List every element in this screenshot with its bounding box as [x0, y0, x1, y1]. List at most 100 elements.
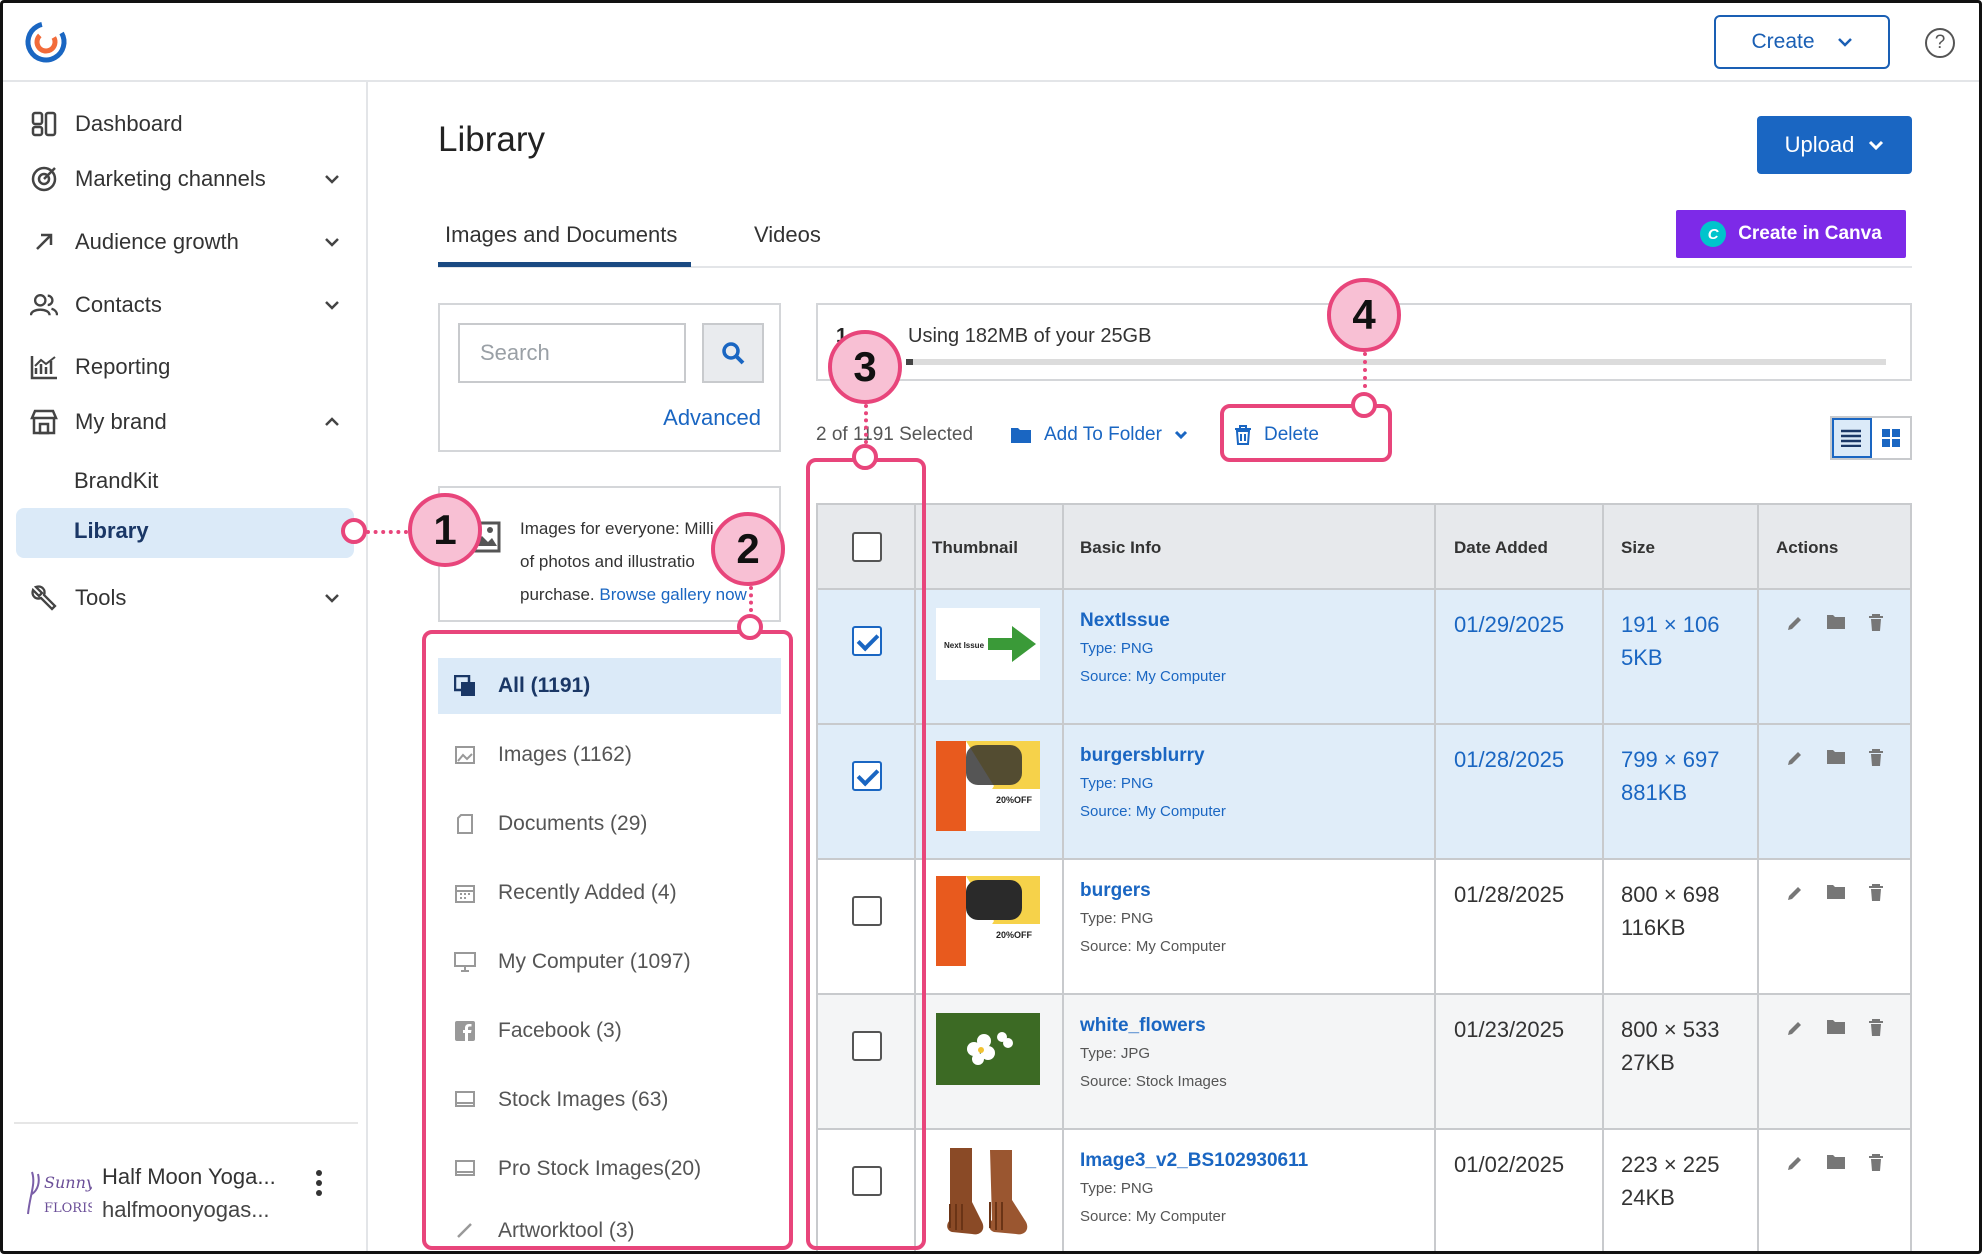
create-in-canva-button[interactable]: C Create in Canva: [1676, 210, 1906, 258]
table-row[interactable]: Image3_v2_BS102930611 Type: PNG Source: …: [818, 1130, 1910, 1254]
browse-gallery-link[interactable]: Browse gallery now: [599, 585, 746, 604]
sidebar-item-brandkit[interactable]: BrandKit: [74, 468, 158, 494]
target-icon: [30, 165, 58, 193]
storage-progress-bar: [906, 359, 1886, 365]
tab-images-and-documents[interactable]: Images and Documents: [445, 222, 677, 248]
sidebar: Dashboard Marketing channels Audience gr…: [0, 82, 368, 1254]
folder-icon[interactable]: [1826, 614, 1845, 632]
kebab-menu-icon[interactable]: [316, 1170, 324, 1200]
thumbnail-image: [936, 1144, 1040, 1240]
file-name-link[interactable]: Image3_v2_BS102930611: [1080, 1150, 1308, 1172]
callout-anchor-dot: [341, 518, 367, 544]
sidebar-item-library[interactable]: Library: [74, 518, 149, 544]
file-name-link[interactable]: burgersblurry: [1080, 745, 1205, 767]
file-type: Type: PNG: [1080, 1180, 1154, 1197]
upload-button[interactable]: Upload: [1757, 116, 1912, 174]
edit-icon[interactable]: [1786, 1019, 1804, 1037]
canva-button-label: Create in Canva: [1738, 223, 1882, 244]
sidebar-item-reporting[interactable]: Reporting: [30, 347, 340, 387]
add-to-folder-button[interactable]: Add To Folder: [1010, 424, 1188, 446]
grid-view-button[interactable]: [1872, 418, 1910, 458]
file-source: Source: My Computer: [1080, 938, 1226, 955]
edit-icon[interactable]: [1786, 749, 1804, 767]
svg-text:Sunny: Sunny: [44, 1173, 92, 1192]
folder-icon[interactable]: [1826, 749, 1845, 767]
trash-icon[interactable]: [1868, 1019, 1886, 1037]
sidebar-item-library-active-bg: [16, 508, 354, 558]
sidebar-item-tools[interactable]: Tools: [30, 578, 340, 618]
table-row[interactable]: 20%OFF burgersblurry Type: PNG Source: M…: [818, 725, 1910, 860]
search-button[interactable]: [702, 323, 764, 383]
column-header-actions: Actions: [1776, 537, 1839, 557]
file-name-link[interactable]: white_flowers: [1080, 1015, 1206, 1037]
date-added: 01/29/2025: [1454, 612, 1565, 637]
file-dimensions: 799 × 697: [1621, 747, 1720, 772]
brand-logo-icon[interactable]: [24, 20, 68, 64]
chevron-down-icon: [325, 238, 339, 247]
file-bytes: 27KB: [1621, 1050, 1675, 1075]
account-name[interactable]: Half Moon Yoga...: [102, 1164, 276, 1190]
help-symbol: ?: [1934, 32, 1946, 53]
folder-icon[interactable]: [1826, 1154, 1845, 1172]
trash-icon[interactable]: [1868, 1154, 1886, 1172]
file-size: 191 × 106 5KB: [1621, 608, 1719, 674]
sidebar-item-label: My brand: [75, 409, 167, 434]
page-title: Library: [438, 120, 545, 159]
help-icon[interactable]: ?: [1925, 28, 1955, 58]
sidebar-item-audience-growth[interactable]: Audience growth: [30, 222, 340, 262]
column-header-basic-info: Basic Info: [1080, 537, 1162, 557]
account-logo-icon[interactable]: Sunny FLORIST: [22, 1164, 92, 1224]
thumbnail-text: 20%OFF: [996, 930, 1033, 940]
chevron-down-icon: [1837, 38, 1852, 47]
search-panel: Advanced: [438, 303, 781, 452]
sidebar-item-dashboard[interactable]: Dashboard: [30, 104, 340, 144]
trash-icon[interactable]: [1868, 614, 1886, 632]
view-toggle: [1830, 416, 1912, 460]
grid-view-icon: [1882, 429, 1900, 447]
wrench-icon: [30, 584, 58, 612]
svg-text:Next Issue: Next Issue: [944, 641, 985, 650]
library-table: Thumbnail Basic Info Date Added Size Act…: [816, 503, 1912, 1254]
file-source: Source: My Computer: [1080, 1208, 1226, 1225]
store-icon: [30, 408, 58, 436]
sidebar-item-label: Marketing channels: [75, 166, 266, 191]
file-name-link[interactable]: NextIssue: [1080, 610, 1170, 632]
file-name-link[interactable]: burgers: [1080, 880, 1151, 902]
folder-icon[interactable]: [1826, 1019, 1845, 1037]
table-row[interactable]: Next Issue NextIssue Type: PNG Source: M…: [818, 590, 1910, 725]
sidebar-item-label: Dashboard: [75, 111, 183, 136]
create-button-label: Create: [1751, 30, 1815, 53]
trash-icon[interactable]: [1868, 749, 1886, 767]
trash-icon[interactable]: [1868, 884, 1886, 902]
file-size: 223 × 225 24KB: [1621, 1148, 1719, 1214]
column-header-size: Size: [1621, 537, 1656, 557]
folder-icon: [1011, 428, 1031, 443]
sidebar-divider: [14, 1122, 358, 1124]
callout-highlight-filters: [422, 630, 793, 1250]
file-source: Source: My Computer: [1080, 668, 1226, 685]
list-view-button[interactable]: [1832, 418, 1872, 458]
arrow-up-right-icon: [30, 228, 58, 256]
date-added: 01/02/2025: [1454, 1152, 1565, 1177]
create-button[interactable]: Create: [1714, 15, 1890, 69]
search-input[interactable]: [458, 323, 686, 383]
sidebar-item-label: Tools: [75, 585, 127, 610]
chevron-down-icon: [1174, 430, 1188, 440]
folder-icon[interactable]: [1826, 884, 1845, 902]
edit-icon[interactable]: [1786, 614, 1804, 632]
callout-highlight-checkboxes: [806, 458, 926, 1250]
sidebar-item-my-brand[interactable]: My brand: [30, 402, 340, 442]
sidebar-item-marketing-channels[interactable]: Marketing channels: [30, 159, 340, 199]
file-size: 800 × 698 116KB: [1621, 878, 1719, 944]
table-row[interactable]: white_flowers Type: JPG Source: Stock Im…: [818, 995, 1910, 1130]
table-row[interactable]: 20%OFF burgers Type: PNG Source: My Comp…: [818, 860, 1910, 995]
sidebar-item-contacts[interactable]: Contacts: [30, 285, 340, 325]
advanced-search-link[interactable]: Advanced: [663, 405, 761, 431]
edit-icon[interactable]: [1786, 884, 1804, 902]
file-dimensions: 191 × 106: [1621, 612, 1720, 637]
tab-videos[interactable]: Videos: [754, 222, 821, 248]
promo-line-3-text: purchase.: [520, 585, 595, 604]
edit-icon[interactable]: [1786, 1154, 1804, 1172]
sidebar-item-label: Audience growth: [75, 229, 239, 254]
thumbnail-image: [936, 1013, 1040, 1085]
